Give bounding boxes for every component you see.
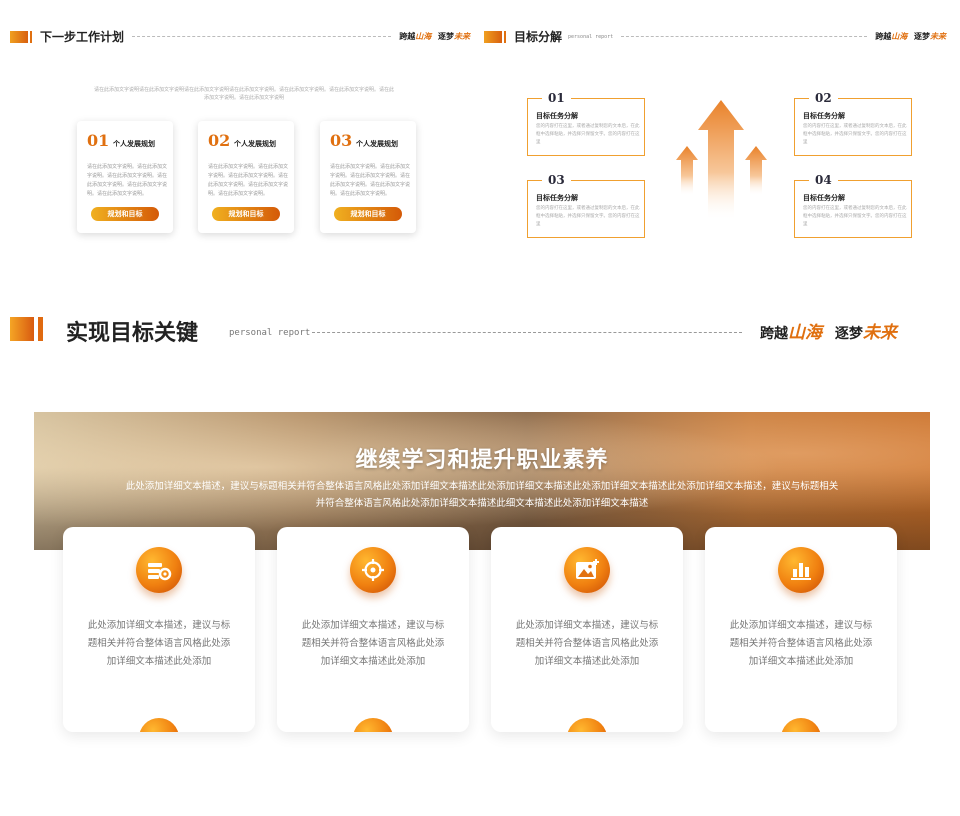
header-accent-block xyxy=(10,30,32,43)
plan-card-text: 请在此添加文字说明。请在此添加文字说明。请在此添加文字说明。请在此添加文字说明。… xyxy=(330,164,411,197)
top-left-slogan: 跨越山海 逐梦未来 xyxy=(399,31,470,41)
goal-box: 01 目标任务分解 您的内容打在这里，或者通过复制您的文本后，在此框中选择粘贴，… xyxy=(527,91,645,156)
plan-card: 03 个人发展规划 请在此添加文字说明。请在此添加文字说明。请在此添加文字说明。… xyxy=(320,121,416,233)
plan-card-text: 请在此添加文字说明。请在此添加文字说明。请在此添加文字说明。请在此添加文字说明。… xyxy=(87,164,168,197)
plan-goal-button[interactable]: 规划和目标 xyxy=(91,207,159,221)
main-header-accent-stripe xyxy=(38,317,43,341)
goal-box-text: 您的内容打在这里，或者通过复制您的文本后，在此框中选择粘贴，并选择只保留文字。您… xyxy=(536,206,640,227)
header-dotted-line xyxy=(621,36,868,37)
goal-box-title: 目标任务分解 xyxy=(803,112,845,120)
goal-box-title: 目标任务分解 xyxy=(536,112,578,120)
feature-text: 此处添加详细文本描述，建议与标题相关并符合整体语言风格此处添加详细文本描述此处添… xyxy=(87,620,231,667)
target-icon xyxy=(350,547,396,593)
plan-goal-button[interactable]: 规划和目标 xyxy=(334,207,402,221)
top-left-title: 下一步工作计划 xyxy=(40,30,125,44)
banner-title: 继续学习和提升职业素养 xyxy=(355,448,609,473)
feature-card: 此处添加详细文本描述，建议与标题相关并符合整体语言风格此处添加详细文本描述此处添… xyxy=(705,527,897,732)
feature-card: 此处添加详细文本描述，建议与标题相关并符合整体语言风格此处添加详细文本描述此处添… xyxy=(491,527,683,732)
main-title: 实现目标关键 xyxy=(66,321,199,346)
feature-card: 此处添加详细文本描述，建议与标题相关并符合整体语言风格此处添加详细文本描述此处添… xyxy=(277,527,469,732)
plan-card-title: 个人发展规划 xyxy=(356,140,398,148)
goal-box-text: 您的内容打在这里，或者通过复制您的文本后，在此框中选择粘贴，并选择只保留文字。您… xyxy=(536,124,640,145)
header-dotted-line xyxy=(132,36,392,37)
main-subtitle: personal report xyxy=(229,328,311,338)
header-accent-block xyxy=(484,30,506,43)
feature-bottom-circle xyxy=(781,718,821,732)
goal-box-number: 01 xyxy=(542,91,571,105)
plan-card: 02 个人发展规划 请在此添加文字说明。请在此添加文字说明。请在此添加文字说明。… xyxy=(198,121,294,233)
goal-box-title: 目标任务分解 xyxy=(536,194,578,202)
main-header-accent-block xyxy=(10,317,34,341)
top-left-description: 请在此添加文字说明请在此添加文字说明请在此添加文字说明请在此添加文字说明。请在此… xyxy=(94,87,395,101)
goal-box: 02 目标任务分解 您的内容打在这里，或者通过复制您的文本后，在此框中选择粘贴，… xyxy=(794,91,912,156)
feature-text: 此处添加详细文本描述，建议与标题相关并符合整体语言风格此处添加详细文本描述此处添… xyxy=(515,620,659,667)
top-right-slogan: 跨越山海 逐梦未来 xyxy=(875,31,946,41)
top-left-header: 下一步工作计划 跨越山海 逐梦未来 xyxy=(10,28,470,45)
goal-box-title: 目标任务分解 xyxy=(803,194,845,202)
main-header-dotted-line xyxy=(312,332,742,333)
goal-box-number: 02 xyxy=(809,91,838,105)
goal-box-number: 04 xyxy=(809,173,838,187)
feature-text: 此处添加详细文本描述，建议与标题相关并符合整体语言风格此处添加详细文本描述此处添… xyxy=(729,620,873,667)
feature-bottom-circle xyxy=(567,718,607,732)
up-arrows-icon xyxy=(676,100,767,221)
goal-box: 04 目标任务分解 您的内容打在这里，或者通过复制您的文本后，在此框中选择粘贴，… xyxy=(794,173,912,238)
goal-box: 03 目标任务分解 您的内容打在这里，或者通过复制您的文本后，在此框中选择粘贴，… xyxy=(527,173,645,238)
plan-card-text: 请在此添加文字说明。请在此添加文字说明。请在此添加文字说明。请在此添加文字说明。… xyxy=(208,164,289,197)
feature-bottom-circle xyxy=(353,718,393,732)
settings-icon xyxy=(136,547,182,593)
plan-goal-button[interactable]: 规划和目标 xyxy=(212,207,280,221)
feature-bottom-circle xyxy=(139,718,179,732)
plan-card-number: 03 xyxy=(330,131,353,150)
plan-card-number: 01 xyxy=(87,131,110,150)
feature-text: 此处添加详细文本描述，建议与标题相关并符合整体语言风格此处添加详细文本描述此处添… xyxy=(301,620,445,667)
plan-card: 01 个人发展规划 请在此添加文字说明。请在此添加文字说明。请在此添加文字说明。… xyxy=(77,121,173,233)
plan-card-title: 个人发展规划 xyxy=(234,140,276,148)
banner-text: 此处添加详细文本描述，建议与标题相关并符合整体语言风格此处添加详细文本描述此处添… xyxy=(125,481,839,509)
feature-card: 此处添加详细文本描述，建议与标题相关并符合整体语言风格此处添加详细文本描述此处添… xyxy=(63,527,255,732)
goal-box-number: 03 xyxy=(542,173,571,187)
main-slogan: 跨越山海 逐梦未来 xyxy=(760,323,897,343)
plan-card-title: 个人发展规划 xyxy=(113,140,155,148)
goal-box-text: 您的内容打在这里，或者通过复制您的文本后，在此框中选择粘贴，并选择只保留文字。您… xyxy=(803,124,907,145)
top-right-title: 目标分解 xyxy=(514,30,563,44)
bar-chart-icon xyxy=(778,547,824,593)
top-right-header: 目标分解 personal report 跨越山海 逐梦未来 xyxy=(484,28,946,45)
top-right-subtitle: personal report xyxy=(568,33,614,40)
goal-box-text: 您的内容打在这里，或者通过复制您的文本后，在此框中选择粘贴，并选择只保留文字。您… xyxy=(803,206,907,227)
plan-card-number: 02 xyxy=(208,131,231,150)
image-icon xyxy=(564,547,610,593)
